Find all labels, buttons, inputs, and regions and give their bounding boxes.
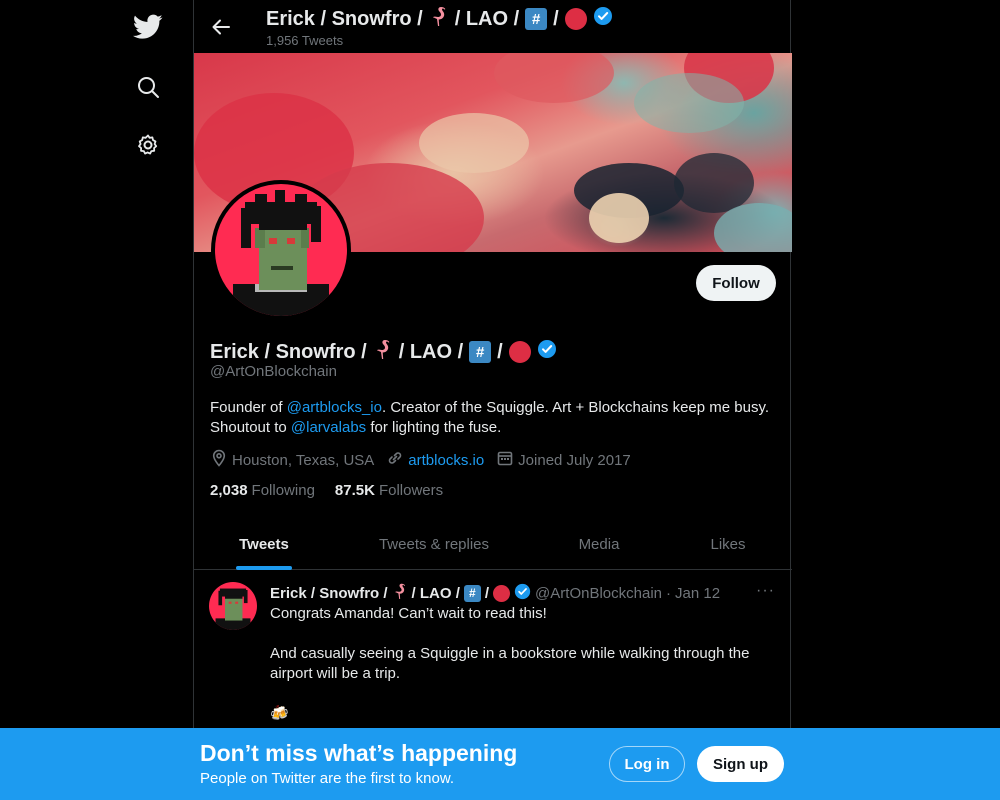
follow-stats: 2,038 Following 87.5K Followers	[210, 482, 463, 499]
page-title: Erick / Snowfro / / LAO / # /	[266, 5, 613, 33]
location-pin-icon	[210, 449, 232, 471]
tweet-author-name[interactable]: Erick / Snowfro / / LAO / # /	[270, 582, 531, 604]
profile-header-bar: Erick / Snowfro / / LAO / # / 1,956 Twee…	[194, 0, 792, 53]
tab-label: Media	[578, 535, 620, 553]
profile-column: Erick / Snowfro / / LAO / # / 1,956 Twee…	[193, 0, 792, 800]
title-separator: /	[553, 7, 559, 30]
tab-likes[interactable]: Likes	[664, 518, 792, 570]
bio-mention-link[interactable]: @artblocks_io	[287, 399, 382, 416]
tweet-date[interactable]: Jan 12	[675, 585, 720, 602]
website-link[interactable]: artblocks.io	[408, 452, 484, 469]
tweet-count: 1,956 Tweets	[266, 33, 344, 48]
back-arrow-icon[interactable]	[206, 12, 236, 42]
location-text: Houston, Texas, USA	[232, 451, 375, 469]
tweet-text-line: Congrats Amanda! Can’t wait to read this…	[270, 605, 547, 622]
signup-prompt-subtitle: People on Twitter are the first to know.	[200, 770, 455, 787]
tab-label: Likes	[710, 535, 746, 553]
follow-button[interactable]: Follow	[696, 265, 776, 301]
tweet-item[interactable]: Erick / Snowfro / / LAO / # / @ArtOnBloc…	[194, 570, 792, 730]
hashtag-keycap-icon: #	[469, 341, 492, 363]
following-link[interactable]: 2,038 Following	[210, 482, 315, 499]
flamingo-emoji-icon	[392, 582, 408, 604]
verified-badge-icon	[593, 6, 613, 32]
profile-display-name: Erick / Snowfro / / LAO / # /	[210, 338, 557, 366]
tab-media[interactable]: Media	[534, 518, 664, 570]
beer-mugs-emoji-icon: 🍻	[270, 705, 289, 722]
location-item: Houston, Texas, USA	[210, 449, 374, 471]
link-chain-icon	[386, 449, 408, 471]
red-circle-icon	[508, 341, 531, 363]
followers-label: Followers	[378, 482, 444, 499]
settings-gear-icon[interactable]	[128, 125, 168, 165]
followers-count: 87.5K	[334, 482, 375, 499]
author-separator: /	[484, 584, 490, 602]
signup-prompt-title: Don’t miss what’s happening	[200, 740, 518, 766]
verified-badge-icon	[514, 583, 531, 604]
author-lao-part: / LAO /	[411, 584, 460, 602]
author-name-part: Erick / Snowfro /	[270, 584, 388, 602]
profile-meta: Houston, Texas, USA artblocks.io Joined …	[210, 449, 643, 471]
tweet-body: Congrats Amanda! Can’t wait to read this…	[270, 604, 770, 744]
signup-prompt-bar: Don’t miss what’s happening People on Tw…	[0, 728, 1000, 800]
search-icon[interactable]	[128, 67, 168, 107]
name-part: Erick / Snowfro /	[210, 340, 367, 363]
red-circle-icon	[564, 8, 587, 30]
profile-avatar[interactable]	[211, 180, 351, 320]
title-lao-part: / LAO /	[454, 7, 520, 30]
followers-link[interactable]: 87.5K Followers	[335, 482, 443, 499]
more-options-icon[interactable]: ···	[756, 582, 775, 600]
tweet-header: Erick / Snowfro / / LAO / # / @ArtOnBloc…	[270, 582, 720, 604]
title-name-part: Erick / Snowfro /	[266, 7, 423, 30]
tab-label: Tweets & replies	[378, 535, 490, 553]
tab-tweets[interactable]: Tweets	[194, 518, 334, 570]
tweet-text-line: And casually seeing a Squiggle in a book…	[270, 645, 750, 682]
tweet-author-handle[interactable]: @ArtOnBlockchain	[535, 585, 662, 602]
tab-label: Tweets	[239, 535, 289, 553]
profile-tabs: Tweets Tweets & replies Media Likes	[194, 518, 792, 570]
bio-text: for lighting the fuse.	[366, 419, 502, 436]
website-item: artblocks.io	[386, 449, 484, 471]
name-separator: /	[497, 340, 503, 363]
verified-badge-icon	[537, 339, 557, 365]
profile-bio: Founder of @artblocks_io. Creator of the…	[210, 398, 780, 438]
red-circle-icon	[493, 584, 511, 602]
login-button[interactable]: Log in	[609, 746, 685, 782]
signup-button[interactable]: Sign up	[697, 746, 784, 782]
bio-mention-link[interactable]: @larvalabs	[291, 419, 366, 436]
bio-text: Founder of	[210, 399, 287, 416]
calendar-icon	[496, 449, 518, 471]
tweet-author-avatar[interactable]	[209, 582, 257, 630]
following-count: 2,038	[210, 482, 248, 499]
joined-text: Joined July 2017	[518, 451, 631, 469]
flamingo-emoji-icon	[429, 5, 449, 33]
name-lao-part: / LAO /	[398, 340, 464, 363]
twitter-logo-icon[interactable]	[128, 7, 168, 47]
separator-dot: ·	[666, 584, 671, 602]
left-navigation	[0, 0, 193, 800]
flamingo-emoji-icon	[373, 338, 393, 366]
hashtag-keycap-icon: #	[463, 584, 481, 602]
tab-tweets-replies[interactable]: Tweets & replies	[334, 518, 534, 570]
joined-item: Joined July 2017	[496, 449, 631, 471]
profile-handle: @ArtOnBlockchain	[210, 363, 337, 380]
following-label: Following	[251, 482, 315, 499]
hashtag-keycap-icon: #	[525, 8, 548, 30]
